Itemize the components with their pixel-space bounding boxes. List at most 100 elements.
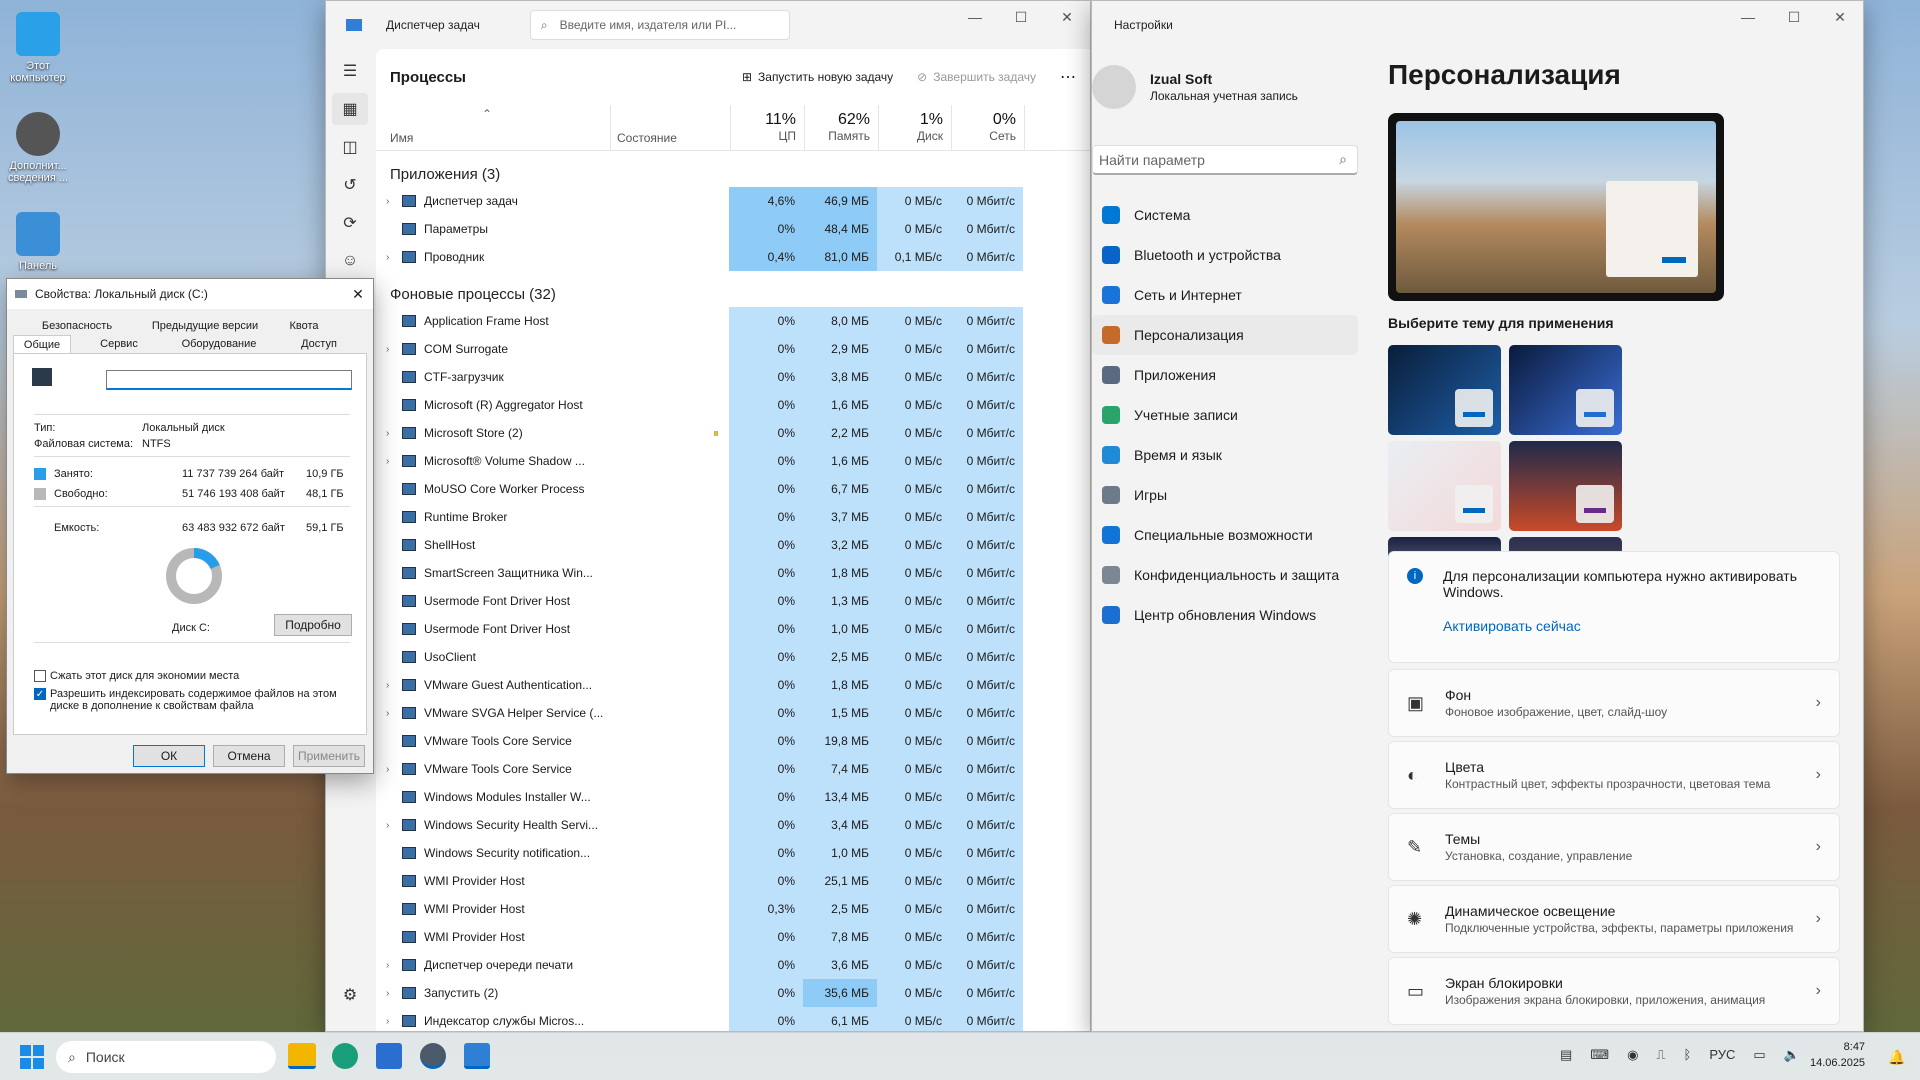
compress-checkbox-row[interactable]: Сжать этот диск для экономии места xyxy=(34,670,239,682)
app-history-icon[interactable]: ↺ xyxy=(332,169,368,201)
startup-icon[interactable]: ⟳ xyxy=(332,207,368,239)
col-memory[interactable]: 62% Память xyxy=(805,105,879,150)
process-row[interactable]: VMware Tools Core Service 0% 19,8 МБ 0 МБ/с… xyxy=(376,727,1090,755)
settings-search-input[interactable]: Найти параметр ⌕ xyxy=(1092,145,1358,175)
expand-chevron-icon[interactable]: › xyxy=(386,456,402,467)
theme-option[interactable] xyxy=(1509,441,1622,531)
nav-item[interactable]: Центр обновления Windows xyxy=(1092,595,1358,635)
col-disk[interactable]: 1% Диск xyxy=(879,105,952,150)
process-row[interactable]: ShellHost 0% 3,2 МБ 0 МБ/с 0 Мбит/с xyxy=(376,531,1090,559)
tm-search-input[interactable]: ⌕ Введите имя, издателя или PI... xyxy=(529,10,790,40)
tab-hardware[interactable]: Оборудование xyxy=(167,335,271,354)
end-task-button[interactable]: ⊘ Завершить задачу xyxy=(917,70,1036,84)
process-row[interactable]: › Microsoft® Volume Shadow ... 0% 1,6 МБ 0 М… xyxy=(376,447,1090,475)
nav-item[interactable]: Учетные записи xyxy=(1092,395,1358,435)
process-row[interactable]: UsoClient 0% 2,5 МБ 0 МБ/с 0 Мбит/с xyxy=(376,643,1090,671)
expand-chevron-icon[interactable]: › xyxy=(386,820,402,831)
process-row[interactable]: SmartScreen Защитника Win... 0% 1,8 МБ 0 МБ… xyxy=(376,559,1090,587)
nav-item[interactable]: Приложения xyxy=(1092,355,1358,395)
nav-item[interactable]: Сеть и Интернет xyxy=(1092,275,1358,315)
index-checkbox-row[interactable]: ✓ Разрешить индексировать содержимое фай… xyxy=(34,688,350,712)
processes-icon[interactable]: ▦ xyxy=(332,93,368,125)
process-row[interactable]: › COM Surrogate 0% 2,9 МБ 0 МБ/с 0 Мбит/с xyxy=(376,335,1090,363)
process-row[interactable]: › Запустить (2) 0% 35,6 МБ 0 МБ/с 0 Мбит/с xyxy=(376,979,1090,1007)
process-row[interactable]: Microsoft (R) Aggregator Host 0% 1,6 МБ 0 М… xyxy=(376,391,1090,419)
expand-chevron-icon[interactable]: › xyxy=(386,988,402,999)
tray-keyboard-icon[interactable]: ⌨ xyxy=(1590,1047,1609,1063)
col-status[interactable]: Состояние xyxy=(611,105,731,150)
volume-icon[interactable]: 🔈 xyxy=(1784,1047,1800,1063)
col-cpu[interactable]: 11% ЦП xyxy=(731,105,805,150)
process-row[interactable]: MoUSO Core Worker Process 0% 6,7 МБ 0 МБ/с 0… xyxy=(376,475,1090,503)
close-button[interactable]: ✕ xyxy=(1044,1,1090,33)
process-row[interactable]: WMI Provider Host 0,3% 2,5 МБ 0 МБ/с 0 Мбит/… xyxy=(376,895,1090,923)
desktop-icon-control-panel[interactable]: Панель xyxy=(0,208,76,272)
tab-tools[interactable]: Сервис xyxy=(71,335,167,354)
process-row[interactable]: Usermode Font Driver Host 0% 1,0 МБ 0 МБ/с 0… xyxy=(376,615,1090,643)
process-row[interactable]: WMI Provider Host 0% 7,8 МБ 0 МБ/с 0 Мбит/с xyxy=(376,923,1090,951)
expand-chevron-icon[interactable]: › xyxy=(386,428,402,439)
process-row[interactable]: › Проводник 0,4% 81,0 МБ 0,1 МБ/с 0 Мбит/с xyxy=(376,243,1090,271)
process-row[interactable]: Application Frame Host 0% 8,0 МБ 0 МБ/с 0 Мб… xyxy=(376,307,1090,335)
close-button[interactable]: ✕ xyxy=(343,286,373,303)
col-name[interactable]: ⌃ Имя xyxy=(376,105,611,150)
network-icon[interactable]: ▭ xyxy=(1753,1047,1765,1063)
process-row[interactable]: CTF-загрузчик 0% 3,8 МБ 0 МБ/с 0 Мбит/с xyxy=(376,363,1090,391)
theme-option[interactable] xyxy=(1388,441,1501,531)
expand-chevron-icon[interactable]: › xyxy=(386,1016,402,1027)
expand-chevron-icon[interactable]: › xyxy=(386,708,402,719)
tab-quota[interactable]: Квота xyxy=(269,317,339,335)
nav-item[interactable]: Bluetooth и устройства xyxy=(1092,235,1358,275)
start-button[interactable] xyxy=(20,1045,44,1069)
nav-item[interactable]: Специальные возможности xyxy=(1092,515,1358,555)
process-row[interactable]: Usermode Font Driver Host 0% 1,3 МБ 0 МБ/с 0… xyxy=(376,587,1090,615)
expand-chevron-icon[interactable]: › xyxy=(386,680,402,691)
drive-label-input[interactable] xyxy=(106,370,352,390)
taskbar-search[interactable]: ⌕ Поиск xyxy=(56,1041,276,1073)
nav-item[interactable]: Время и язык xyxy=(1092,435,1358,475)
tray-security-icon[interactable]: ◉ xyxy=(1627,1047,1638,1063)
nav-item[interactable]: Игры xyxy=(1092,475,1358,515)
process-row[interactable]: › VMware SVGA Helper Service (... 0% 1,5 МБ… xyxy=(376,699,1090,727)
desktop-icon-this-pc[interactable]: Этот компьютер xyxy=(0,8,76,84)
user-profile[interactable]: Izual Soft Локальная учетная запись xyxy=(1092,65,1298,109)
expand-chevron-icon[interactable]: › xyxy=(386,344,402,355)
hamburger-icon[interactable]: ☰ xyxy=(332,55,368,87)
bluetooth-icon[interactable]: ᛒ xyxy=(1684,1047,1692,1063)
store-icon[interactable] xyxy=(376,1043,402,1069)
nav-item[interactable]: Персонализация xyxy=(1092,315,1358,355)
expand-chevron-icon[interactable]: › xyxy=(386,252,402,263)
minimize-button[interactable]: — xyxy=(1725,1,1771,33)
expand-chevron-icon[interactable]: › xyxy=(386,960,402,971)
language-indicator[interactable]: РУС xyxy=(1709,1047,1735,1063)
details-button[interactable]: Подробно xyxy=(274,614,352,636)
ok-button[interactable]: ОК xyxy=(133,745,205,767)
desktop-icon-info[interactable]: Дополнит... сведения ... xyxy=(0,108,76,184)
process-row[interactable]: › VMware Tools Core Service 0% 7,4 МБ 0 МБ/с… xyxy=(376,755,1090,783)
process-row[interactable]: WMI Provider Host 0% 25,1 МБ 0 МБ/с 0 Мбит/с xyxy=(376,867,1090,895)
index-checkbox[interactable]: ✓ xyxy=(34,688,46,700)
performance-icon[interactable]: ◫ xyxy=(332,131,368,163)
minimize-button[interactable]: — xyxy=(952,1,998,33)
settings-gear-icon[interactable]: ⚙ xyxy=(332,979,368,1011)
tray-usb-icon[interactable]: ⎍ xyxy=(1656,1047,1665,1063)
process-row[interactable]: Windows Modules Installer W... 0% 13,4 МБ 0… xyxy=(376,783,1090,811)
notification-bell-icon[interactable]: 🔔 xyxy=(1888,1049,1905,1066)
maximize-button[interactable]: ☐ xyxy=(998,1,1044,33)
process-row[interactable]: Windows Security notification... 0% 1,0 МБ… xyxy=(376,839,1090,867)
activate-now-link[interactable]: Активировать сейчас xyxy=(1443,618,1821,634)
more-options-icon[interactable]: ⋯ xyxy=(1060,67,1076,87)
card-colors[interactable]: ◐ Цвета Контрастный цвет, эффекты прозрачн… xyxy=(1388,741,1840,809)
tab-general[interactable]: Общие xyxy=(13,335,71,354)
theme-option[interactable] xyxy=(1509,345,1622,435)
process-row[interactable]: › Диспетчер задач 4,6% 46,9 МБ 0 МБ/с 0 Мбит/… xyxy=(376,187,1090,215)
process-row[interactable]: › VMware Guest Authentication... 0% 1,8 МБ 0… xyxy=(376,671,1090,699)
process-row[interactable]: Параметры 0% 48,4 МБ 0 МБ/с 0 Мбит/с xyxy=(376,215,1090,243)
settings-app-icon[interactable] xyxy=(420,1043,446,1069)
nav-item[interactable]: Система xyxy=(1092,195,1358,235)
edge-icon[interactable] xyxy=(332,1043,358,1069)
process-row[interactable]: Runtime Broker 0% 3,7 МБ 0 МБ/с 0 Мбит/с xyxy=(376,503,1090,531)
tray-app-icon[interactable]: ▤ xyxy=(1560,1047,1572,1063)
card-lock-screen[interactable]: ▭ Экран блокировки Изображения экрана блок… xyxy=(1388,957,1840,1025)
maximize-button[interactable]: ☐ xyxy=(1771,1,1817,33)
